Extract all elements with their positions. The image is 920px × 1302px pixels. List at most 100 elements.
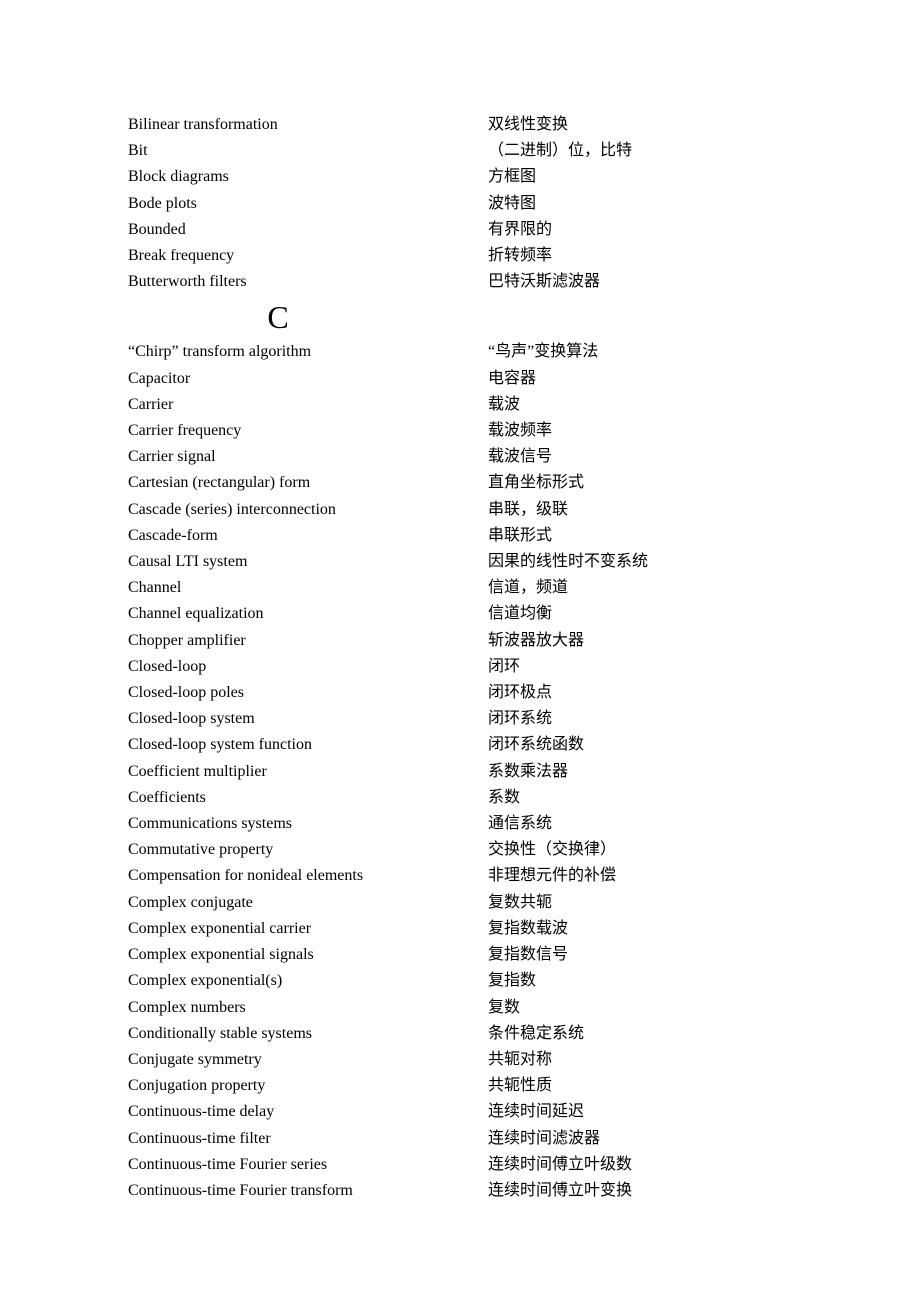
term-chinese: 方框图 [488, 164, 792, 190]
glossary-row: Closed-loop poles闭环极点 [128, 680, 792, 706]
term-english: Block diagrams [128, 164, 488, 190]
term-chinese: 连续时间滤波器 [488, 1126, 792, 1152]
term-english: Carrier [128, 392, 488, 418]
term-english: Continuous-time Fourier series [128, 1152, 488, 1178]
glossary-row: Capacitor电容器 [128, 366, 792, 392]
glossary-row: Communications systems通信系统 [128, 811, 792, 837]
glossary-row: Carrier载波 [128, 392, 792, 418]
glossary-row: Continuous-time Fourier transform连续时间傅立叶… [128, 1178, 792, 1204]
term-chinese: 载波频率 [488, 418, 792, 444]
term-english: Closed-loop [128, 654, 488, 680]
term-chinese: 复指数载波 [488, 916, 792, 942]
glossary-row: Block diagrams方框图 [128, 164, 792, 190]
term-english: Closed-loop poles [128, 680, 488, 706]
term-chinese: 电容器 [488, 366, 792, 392]
term-chinese: 信道均衡 [488, 601, 792, 627]
term-english: Cascade (series) interconnection [128, 497, 488, 523]
term-english: Carrier frequency [128, 418, 488, 444]
term-english: Closed-loop system function [128, 732, 488, 758]
glossary-row: Compensation for nonideal elements非理想元件的… [128, 863, 792, 889]
term-chinese: 通信系统 [488, 811, 792, 837]
glossary-row: Carrier frequency载波频率 [128, 418, 792, 444]
term-chinese: 载波信号 [488, 444, 792, 470]
glossary-row: Complex exponential(s)复指数 [128, 968, 792, 994]
term-chinese: 共轭性质 [488, 1073, 792, 1099]
term-english: Continuous-time delay [128, 1099, 488, 1125]
term-chinese: 巴特沃斯滤波器 [488, 269, 792, 295]
term-chinese: 闭环极点 [488, 680, 792, 706]
glossary-row: Channel信道，频道 [128, 575, 792, 601]
term-english: Compensation for nonideal elements [128, 863, 488, 889]
term-chinese: 波特图 [488, 191, 792, 217]
term-chinese: 闭环系统 [488, 706, 792, 732]
term-english: Coefficients [128, 785, 488, 811]
term-english: Causal LTI system [128, 549, 488, 575]
term-chinese: 串联，级联 [488, 497, 792, 523]
term-chinese: 折转频率 [488, 243, 792, 269]
term-chinese: 闭环 [488, 654, 792, 680]
term-english: Carrier signal [128, 444, 488, 470]
term-english: Complex exponential carrier [128, 916, 488, 942]
glossary-row: Continuous-time delay连续时间延迟 [128, 1099, 792, 1125]
glossary-row: Continuous-time filter连续时间滤波器 [128, 1126, 792, 1152]
glossary-row: Conjugation property共轭性质 [128, 1073, 792, 1099]
glossary-row: Causal LTI system因果的线性时不变系统 [128, 549, 792, 575]
term-english: Conjugation property [128, 1073, 488, 1099]
term-chinese: 连续时间延迟 [488, 1099, 792, 1125]
term-english: Cartesian (rectangular) form [128, 470, 488, 496]
term-chinese: 复数 [488, 995, 792, 1021]
section-c-rows: “Chirp” transform algorithm“鸟声”变换算法Capac… [128, 339, 792, 1204]
term-english: Break frequency [128, 243, 488, 269]
term-chinese: 非理想元件的补偿 [488, 863, 792, 889]
term-chinese: 斩波器放大器 [488, 628, 792, 654]
term-english: Complex conjugate [128, 890, 488, 916]
term-english: Closed-loop system [128, 706, 488, 732]
term-chinese: （二进制）位，比特 [488, 138, 792, 164]
glossary-row: Complex exponential carrier复指数载波 [128, 916, 792, 942]
term-english: Bounded [128, 217, 488, 243]
term-chinese: 闭环系统函数 [488, 732, 792, 758]
glossary-row: Channel equalization信道均衡 [128, 601, 792, 627]
term-english: Butterworth filters [128, 269, 488, 295]
glossary-row: Complex numbers复数 [128, 995, 792, 1021]
term-english: Bode plots [128, 191, 488, 217]
term-chinese: 双线性变换 [488, 112, 792, 138]
term-chinese: 串联形式 [488, 523, 792, 549]
term-english: Channel equalization [128, 601, 488, 627]
glossary-row: Bounded有界限的 [128, 217, 792, 243]
glossary-row: Cascade-form串联形式 [128, 523, 792, 549]
glossary-row: Complex exponential signals复指数信号 [128, 942, 792, 968]
section-header-c: C [128, 295, 428, 339]
glossary-row: Complex conjugate复数共轭 [128, 890, 792, 916]
glossary-row: Bode plots波特图 [128, 191, 792, 217]
term-chinese: 系数乘法器 [488, 759, 792, 785]
term-english: Complex exponential(s) [128, 968, 488, 994]
term-chinese: 复指数 [488, 968, 792, 994]
term-chinese: 系数 [488, 785, 792, 811]
term-english: Conditionally stable systems [128, 1021, 488, 1047]
term-english: Continuous-time Fourier transform [128, 1178, 488, 1204]
glossary-row: Closed-loop闭环 [128, 654, 792, 680]
glossary-row: Closed-loop system function闭环系统函数 [128, 732, 792, 758]
term-chinese: 因果的线性时不变系统 [488, 549, 792, 575]
glossary-row: Bit（二进制）位，比特 [128, 138, 792, 164]
glossary-row: Coefficient multiplier系数乘法器 [128, 759, 792, 785]
glossary-row: Closed-loop system闭环系统 [128, 706, 792, 732]
term-chinese: 载波 [488, 392, 792, 418]
term-english: Complex numbers [128, 995, 488, 1021]
term-english: Communications systems [128, 811, 488, 837]
term-chinese: 连续时间傅立叶变换 [488, 1178, 792, 1204]
term-english: Bit [128, 138, 488, 164]
section-b-rows: Bilinear transformation双线性变换Bit（二进制）位，比特… [128, 112, 792, 295]
term-chinese: 复数共轭 [488, 890, 792, 916]
term-chinese: 共轭对称 [488, 1047, 792, 1073]
term-english: Continuous-time filter [128, 1126, 488, 1152]
glossary-row: Conditionally stable systems条件稳定系统 [128, 1021, 792, 1047]
term-english: Cascade-form [128, 523, 488, 549]
glossary-row: Break frequency折转频率 [128, 243, 792, 269]
term-chinese: 有界限的 [488, 217, 792, 243]
term-chinese: 信道，频道 [488, 575, 792, 601]
glossary-row: Bilinear transformation双线性变换 [128, 112, 792, 138]
term-chinese: 条件稳定系统 [488, 1021, 792, 1047]
glossary-row: Cascade (series) interconnection串联，级联 [128, 497, 792, 523]
